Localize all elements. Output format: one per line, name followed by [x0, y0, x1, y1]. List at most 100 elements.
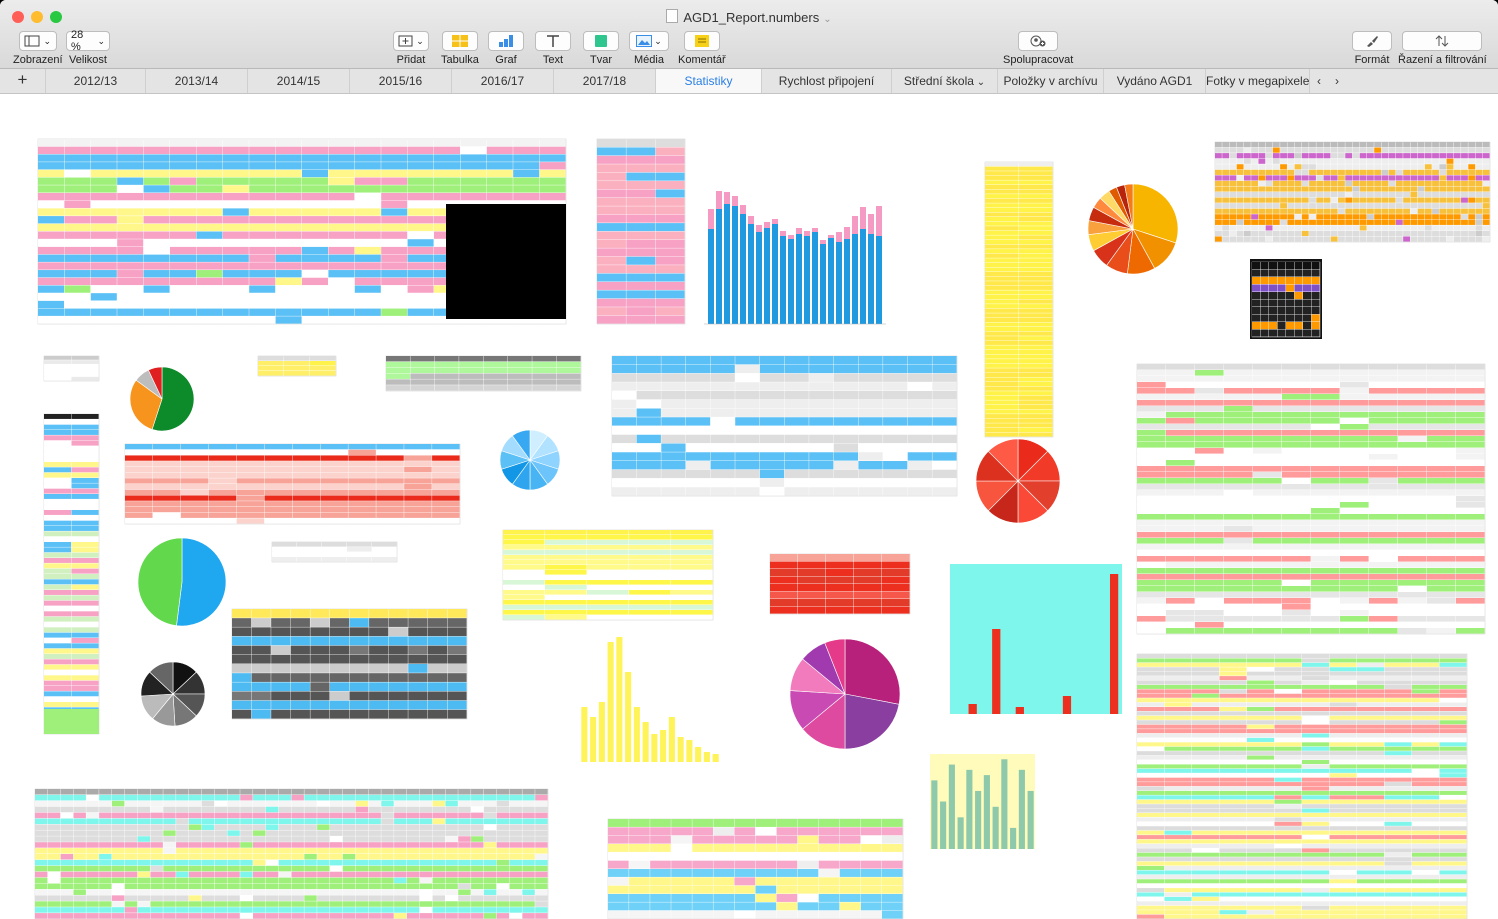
table-cell	[629, 860, 650, 869]
table-cell	[90, 154, 117, 162]
zoom-control[interactable]: 28 % ⌄ Velikost	[66, 29, 110, 66]
table-cell	[513, 192, 540, 201]
sort-filter-control[interactable]: Řazení a filtrování	[1398, 31, 1487, 66]
table-cell	[1316, 158, 1324, 164]
table-cell	[483, 859, 497, 866]
table-cell	[143, 254, 170, 262]
table-cell	[1311, 406, 1340, 412]
table-cell	[304, 913, 317, 919]
table-cell	[1352, 169, 1360, 175]
add-button[interactable]: ⌄	[393, 31, 429, 51]
table-cell	[90, 262, 117, 270]
table-cell	[1410, 186, 1418, 192]
view-button[interactable]: ⌄	[18, 31, 57, 51]
table-cell	[44, 611, 72, 617]
table-cell	[1294, 197, 1302, 203]
document-title[interactable]: AGD1_Report.numbers ⌄	[0, 9, 1498, 25]
table-cell	[1357, 662, 1385, 667]
sheet-tab[interactable]: Položky v archívu	[998, 69, 1104, 93]
table-control[interactable]: Tabulka	[441, 31, 479, 66]
sheet-tab[interactable]: Vydáno AGD1	[1104, 69, 1206, 93]
table-cell	[1192, 914, 1220, 919]
zoom-popup[interactable]: 28 % ⌄	[66, 29, 110, 53]
sheet-tab[interactable]: 2017/18	[554, 69, 656, 93]
view-control[interactable]: ⌄ Zobrazení	[13, 31, 63, 66]
shape-button[interactable]	[583, 31, 619, 51]
table-cell	[1311, 430, 1340, 436]
table-button[interactable]	[441, 31, 478, 51]
table-cell	[227, 901, 240, 907]
media-button[interactable]: ⌄	[629, 31, 669, 51]
comment-button[interactable]	[683, 31, 720, 51]
sheet-tab[interactable]: 2012/13	[46, 69, 146, 93]
media-control[interactable]: ⌄ Média	[629, 31, 669, 66]
sheet-tab[interactable]: Rychlost připojení	[762, 69, 892, 93]
table-cell	[1302, 711, 1330, 716]
table-cell	[1195, 412, 1224, 418]
table-cell	[354, 246, 381, 255]
sheet-tab[interactable]: Statistiky	[656, 69, 762, 93]
table-cell	[1019, 404, 1053, 410]
chevron-right-icon[interactable]: ›	[1328, 69, 1346, 93]
chart-button[interactable]	[488, 31, 524, 51]
text-button[interactable]	[535, 31, 571, 51]
sheet-tab[interactable]: Fotky v megapixelech	[1206, 69, 1310, 93]
collaborate-button[interactable]	[1018, 31, 1059, 51]
table-cell	[38, 262, 64, 270]
title-bar: AGD1_Report.numbers ⌄ ⌄ Zobrazení 28 % ⌄ V…	[0, 0, 1498, 69]
table-cell	[236, 455, 265, 461]
collaborate-control[interactable]: Spolupracovat	[1003, 31, 1073, 66]
comment-control[interactable]: Komentář	[678, 31, 726, 66]
add-control[interactable]: ⌄ Přidat	[393, 31, 429, 66]
sheet-tab[interactable]: 2015/16	[350, 69, 452, 93]
chart-control[interactable]: Graf	[488, 31, 524, 66]
table-cell	[985, 171, 1019, 176]
table-cell	[349, 691, 369, 701]
table-cell	[407, 169, 434, 178]
sort-filter-button[interactable]	[1402, 31, 1483, 51]
table-cell	[304, 859, 317, 866]
table-cell	[1219, 808, 1247, 813]
format-control[interactable]: Formát	[1352, 31, 1392, 66]
table-cell	[86, 907, 99, 913]
table-cell	[1164, 888, 1192, 893]
shape-control[interactable]: Tvar	[583, 31, 619, 66]
table-cell	[1357, 786, 1385, 791]
format-button[interactable]	[1352, 31, 1392, 51]
table-cell	[1192, 715, 1220, 720]
table-cell	[188, 789, 202, 795]
sheet-canvas[interactable]	[0, 94, 1498, 919]
table-cell	[1302, 826, 1330, 831]
table-cell	[1330, 203, 1338, 209]
table-cell	[1192, 711, 1220, 716]
sheet-tab[interactable]: 2014/15	[248, 69, 350, 93]
table-cell	[636, 461, 661, 470]
table-cell	[1274, 746, 1302, 751]
table-cell	[152, 449, 181, 456]
add-sheet-button[interactable]: +	[0, 69, 46, 93]
table-cell	[381, 192, 408, 201]
bar	[724, 192, 730, 204]
chevron-left-icon[interactable]: ‹	[1310, 69, 1328, 93]
sheet-tab[interactable]: Střední škola ⌄	[892, 69, 998, 93]
table-cell	[1384, 857, 1412, 862]
table-cell	[671, 600, 713, 605]
table-cell	[798, 554, 826, 562]
table-cell	[1303, 314, 1312, 322]
table-cell	[1417, 153, 1425, 159]
table-cell	[272, 557, 297, 562]
table-cell	[265, 848, 279, 854]
text-control[interactable]: Text	[535, 31, 571, 66]
table-cell	[1215, 197, 1222, 203]
table-cell	[734, 869, 756, 877]
table-cell	[932, 382, 957, 391]
sheet-tab[interactable]: 2016/17	[452, 69, 554, 93]
table-cell	[1294, 153, 1302, 159]
table-cell	[1282, 364, 1311, 370]
table-cell	[329, 609, 350, 618]
table-cell	[71, 584, 99, 590]
sheet-tab[interactable]: 2013/14	[146, 69, 248, 93]
table-cell	[1369, 574, 1398, 580]
chevron-down-icon[interactable]: ⌄	[974, 77, 985, 88]
table-cell	[1247, 742, 1275, 747]
